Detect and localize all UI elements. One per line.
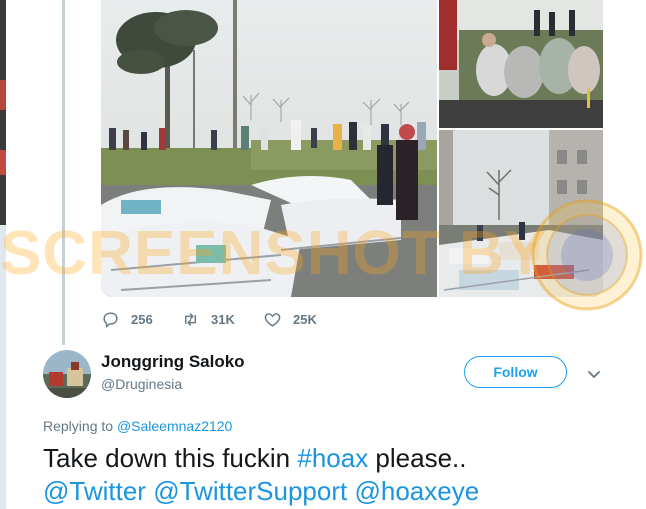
- author-handle[interactable]: @Druginesia: [101, 376, 182, 392]
- left-edge-red-fragment-2: [0, 150, 6, 175]
- reply-action[interactable]: 256: [101, 310, 181, 329]
- photo-hospital-beds-outdoors[interactable]: [101, 0, 437, 297]
- tweet-text-line-1: Take down this fuckin #hoax please..: [43, 442, 643, 475]
- mention-link[interactable]: @hoaxeye: [354, 476, 479, 506]
- left-edge-red-fragment: [0, 80, 6, 110]
- retweet-icon: [185, 312, 196, 326]
- like-action[interactable]: 25K: [263, 310, 317, 329]
- mention-link[interactable]: @Twitter: [43, 476, 146, 506]
- left-edge-strip: [0, 0, 6, 509]
- retweet-action[interactable]: 31K: [181, 310, 263, 329]
- heart-icon: [264, 312, 281, 327]
- reply-count: 256: [131, 311, 153, 327]
- left-edge-image-fragment: [0, 0, 6, 225]
- hashtag-link[interactable]: #hoax: [297, 443, 368, 473]
- replying-to-mention[interactable]: @Saleemnaz2120: [117, 418, 232, 434]
- photo-patients-with-blankets[interactable]: [439, 0, 603, 128]
- avatar[interactable]: [43, 350, 91, 398]
- replying-to-line: Replying to @Saleemnaz2120: [43, 418, 232, 434]
- photo-beds-beside-building[interactable]: [439, 130, 603, 297]
- replying-to-label: Replying to: [43, 418, 114, 434]
- author-name[interactable]: Jonggring Saloko: [101, 352, 245, 372]
- tweet-media-grid[interactable]: [101, 0, 603, 297]
- tweet-text-part-1: Take down this fuckin: [43, 443, 298, 473]
- follow-button[interactable]: Follow: [464, 356, 567, 388]
- tweet-text-line-2: @Twitter @TwitterSupport @hoaxeye: [43, 475, 643, 508]
- thread-connector-line: [62, 0, 65, 345]
- reply-icon: [103, 311, 118, 327]
- chevron-down-icon[interactable]: [586, 366, 602, 382]
- tweet-text: Take down this fuckin #hoax please.. @Tw…: [43, 442, 643, 508]
- tweet-action-bar: 256 31K 25K: [101, 308, 317, 330]
- mention-link[interactable]: @TwitterSupport: [153, 476, 347, 506]
- like-count: 25K: [293, 311, 317, 327]
- tweet-text-part-2: please..: [368, 443, 467, 473]
- retweet-count: 31K: [211, 311, 235, 327]
